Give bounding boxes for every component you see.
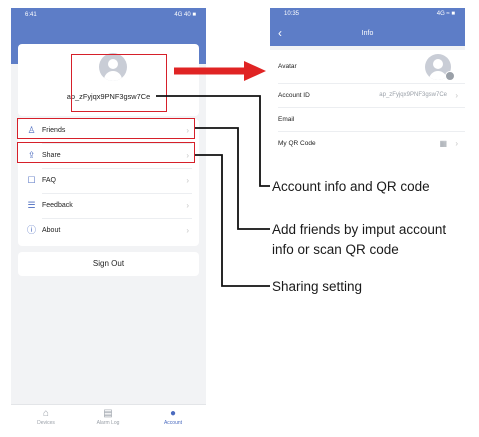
add-friends-annotation-line2: info or scan QR code — [272, 242, 399, 257]
account-info-annotation: Account info and QR code — [272, 179, 430, 194]
add-friends-annotation-line1: Add friends by imput account — [272, 222, 447, 237]
account-info-connector — [156, 95, 270, 187]
annotation-connectors — [156, 61, 270, 287]
sharing-annotation: Sharing setting — [272, 279, 363, 294]
share-connector — [195, 154, 270, 287]
friends-connector — [195, 127, 270, 230]
red-arrow-head — [244, 61, 266, 81]
